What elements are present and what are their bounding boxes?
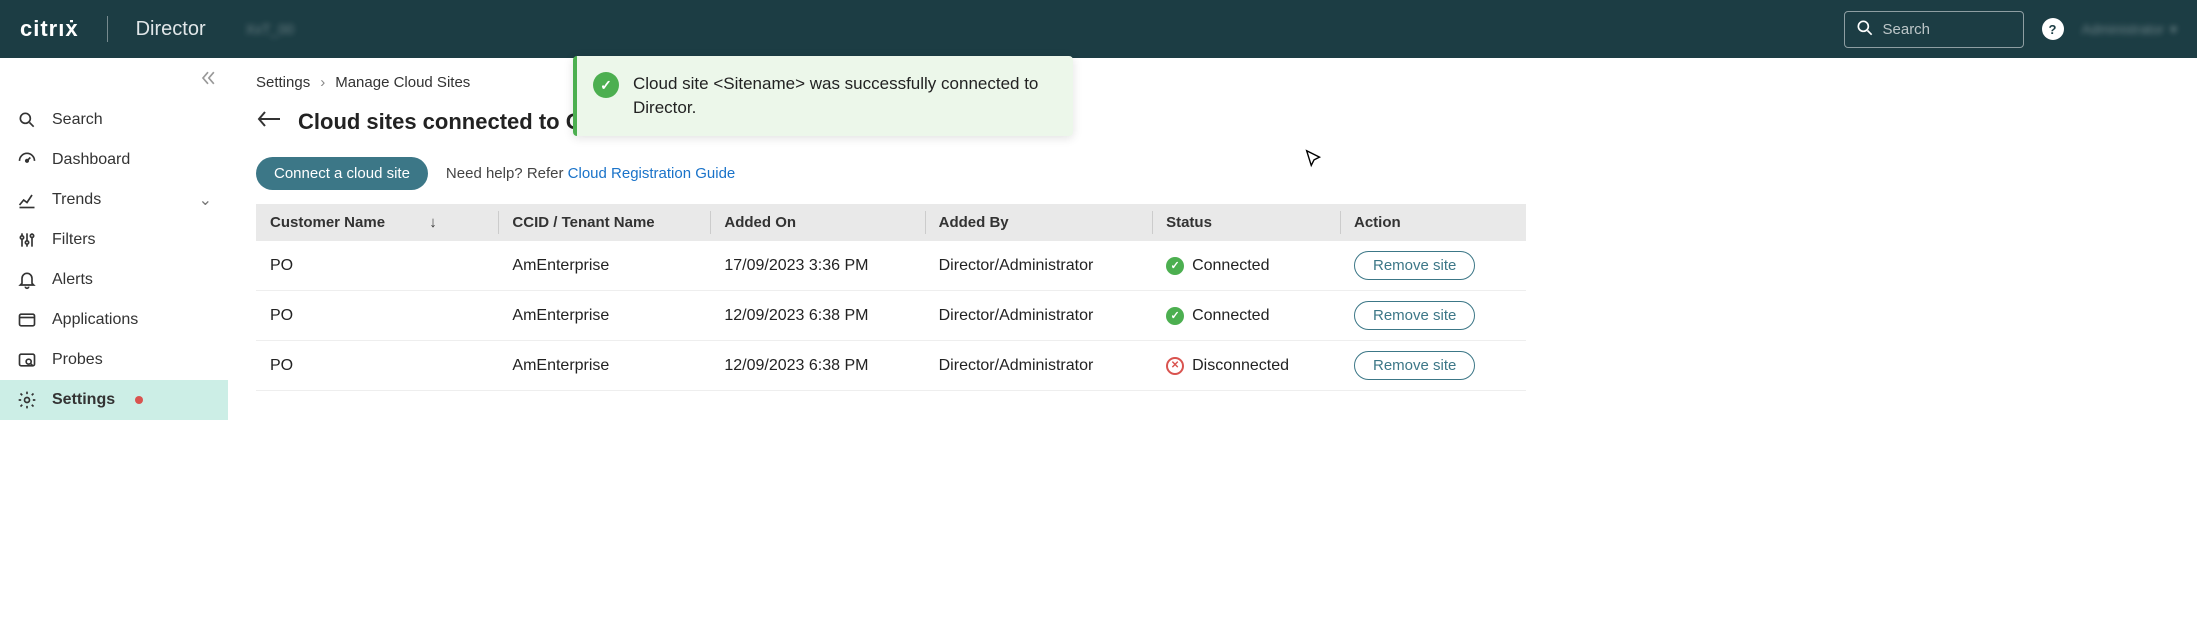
sort-down-icon[interactable]: ↓ xyxy=(429,214,437,231)
sidebar-item-trends[interactable]: Trends ⌄ xyxy=(0,180,228,220)
breadcrumb: Settings › Manage Cloud Sites xyxy=(256,74,2169,91)
sidebar-item-applications[interactable]: Applications xyxy=(0,300,228,340)
context-label: XxT_00 xyxy=(246,21,294,37)
cell-ccid: AmEnterprise xyxy=(498,241,710,291)
brand-logo: citrıẋ xyxy=(20,16,79,42)
cell-status: Disconnected xyxy=(1152,341,1340,391)
col-label: Customer Name xyxy=(270,214,385,231)
cell-customer: PO xyxy=(256,341,498,391)
table-row: PO AmEnterprise 12/09/2023 6:38 PM Direc… xyxy=(256,341,1526,391)
cell-customer: PO xyxy=(256,291,498,341)
user-menu[interactable]: Administrator ▾ xyxy=(2082,21,2178,38)
remove-site-button[interactable]: Remove site xyxy=(1354,301,1475,330)
sidebar-item-settings[interactable]: Settings xyxy=(0,380,228,420)
sidebar-item-label: Alerts xyxy=(52,271,93,289)
user-label: Administrator xyxy=(2082,21,2164,37)
sidebar-item-label: Settings xyxy=(52,391,115,409)
table-row: PO AmEnterprise 12/09/2023 6:38 PM Direc… xyxy=(256,291,1526,341)
divider xyxy=(107,16,108,42)
back-button[interactable] xyxy=(256,109,282,135)
cell-ccid: AmEnterprise xyxy=(498,291,710,341)
sidebar-item-alerts[interactable]: Alerts xyxy=(0,260,228,300)
status-text: Disconnected xyxy=(1192,357,1289,375)
notification-dot xyxy=(135,396,143,404)
breadcrumb-root[interactable]: Settings xyxy=(256,74,310,91)
applications-icon xyxy=(16,310,38,330)
cell-action: Remove site xyxy=(1340,291,1526,341)
sidebar: Search Dashboard Trends ⌄ Filters Alerts… xyxy=(0,58,228,420)
status-disconnected-icon xyxy=(1166,357,1184,375)
cell-added-by: Director/Administrator xyxy=(925,341,1152,391)
remove-site-button[interactable]: Remove site xyxy=(1354,351,1475,380)
col-added-on[interactable]: Added On xyxy=(710,204,924,241)
cell-added-by: Director/Administrator xyxy=(925,241,1152,291)
cell-status: Connected xyxy=(1152,291,1340,341)
col-customer-name[interactable]: Customer Name ↓ xyxy=(256,204,498,241)
probes-icon xyxy=(16,350,38,370)
col-added-by[interactable]: Added By xyxy=(925,204,1152,241)
cell-added-on: 12/09/2023 6:38 PM xyxy=(710,291,924,341)
app-header: citrıẋ Director XxT_00 ? Administrator ▾ xyxy=(0,0,2197,58)
trends-icon xyxy=(16,190,38,210)
search-icon xyxy=(1855,18,1875,41)
status-text: Connected xyxy=(1192,257,1269,275)
sidebar-item-dashboard[interactable]: Dashboard xyxy=(0,140,228,180)
help-button[interactable]: ? xyxy=(2042,18,2064,40)
cell-ccid: AmEnterprise xyxy=(498,341,710,391)
chevron-right-icon: › xyxy=(320,74,325,91)
cell-customer: PO xyxy=(256,241,498,291)
cell-added-by: Director/Administrator xyxy=(925,291,1152,341)
sidebar-item-filters[interactable]: Filters xyxy=(0,220,228,260)
toast-message: Cloud site <Sitename> was successfully c… xyxy=(633,72,1049,120)
table-header-row: Customer Name ↓ CCID / Tenant Name Added… xyxy=(256,204,1526,241)
cell-added-on: 17/09/2023 3:36 PM xyxy=(710,241,924,291)
col-ccid[interactable]: CCID / Tenant Name xyxy=(498,204,710,241)
sidebar-item-probes[interactable]: Probes xyxy=(0,340,228,380)
filters-icon xyxy=(16,230,38,250)
help-prefix: Need help? Refer xyxy=(446,165,568,182)
global-search-box[interactable] xyxy=(1844,11,2024,48)
cell-added-on: 12/09/2023 6:38 PM xyxy=(710,341,924,391)
connect-cloud-site-button[interactable]: Connect a cloud site xyxy=(256,157,428,190)
sidebar-item-label: Filters xyxy=(52,231,96,249)
sidebar-item-label: Probes xyxy=(52,351,103,369)
gear-icon xyxy=(16,390,38,410)
table-row: PO AmEnterprise 17/09/2023 3:36 PM Direc… xyxy=(256,241,1526,291)
success-toast: ✓ Cloud site <Sitename> was successfully… xyxy=(573,56,1073,136)
cloud-sites-table: Customer Name ↓ CCID / Tenant Name Added… xyxy=(256,204,1526,391)
collapse-sidebar-button[interactable] xyxy=(194,64,222,97)
cell-action: Remove site xyxy=(1340,241,1526,291)
product-name: Director xyxy=(136,18,206,41)
chevron-down-icon: ⌄ xyxy=(199,190,212,210)
bell-icon xyxy=(16,270,38,290)
sidebar-item-label: Trends xyxy=(52,191,101,209)
cell-action: Remove site xyxy=(1340,341,1526,391)
status-connected-icon xyxy=(1166,257,1184,275)
sidebar-item-label: Search xyxy=(52,111,103,129)
global-search-input[interactable] xyxy=(1883,21,2013,38)
cell-status: Connected xyxy=(1152,241,1340,291)
sidebar-item-label: Dashboard xyxy=(52,151,130,169)
dashboard-icon xyxy=(16,150,38,170)
main-content: ✓ Cloud site <Sitename> was successfully… xyxy=(228,58,2197,420)
breadcrumb-current: Manage Cloud Sites xyxy=(335,74,470,91)
sidebar-item-search[interactable]: Search xyxy=(0,100,228,140)
chevron-down-icon: ▾ xyxy=(2170,21,2177,38)
brand-block: citrıẋ Director xyxy=(20,16,206,42)
status-connected-icon xyxy=(1166,307,1184,325)
cloud-registration-guide-link[interactable]: Cloud Registration Guide xyxy=(568,165,736,182)
col-action: Action xyxy=(1340,204,1526,241)
status-text: Connected xyxy=(1192,307,1269,325)
help-text: Need help? Refer Cloud Registration Guid… xyxy=(446,165,735,182)
check-icon: ✓ xyxy=(593,72,619,98)
sidebar-item-label: Applications xyxy=(52,311,138,329)
col-status[interactable]: Status xyxy=(1152,204,1340,241)
remove-site-button[interactable]: Remove site xyxy=(1354,251,1475,280)
search-icon xyxy=(16,110,38,130)
